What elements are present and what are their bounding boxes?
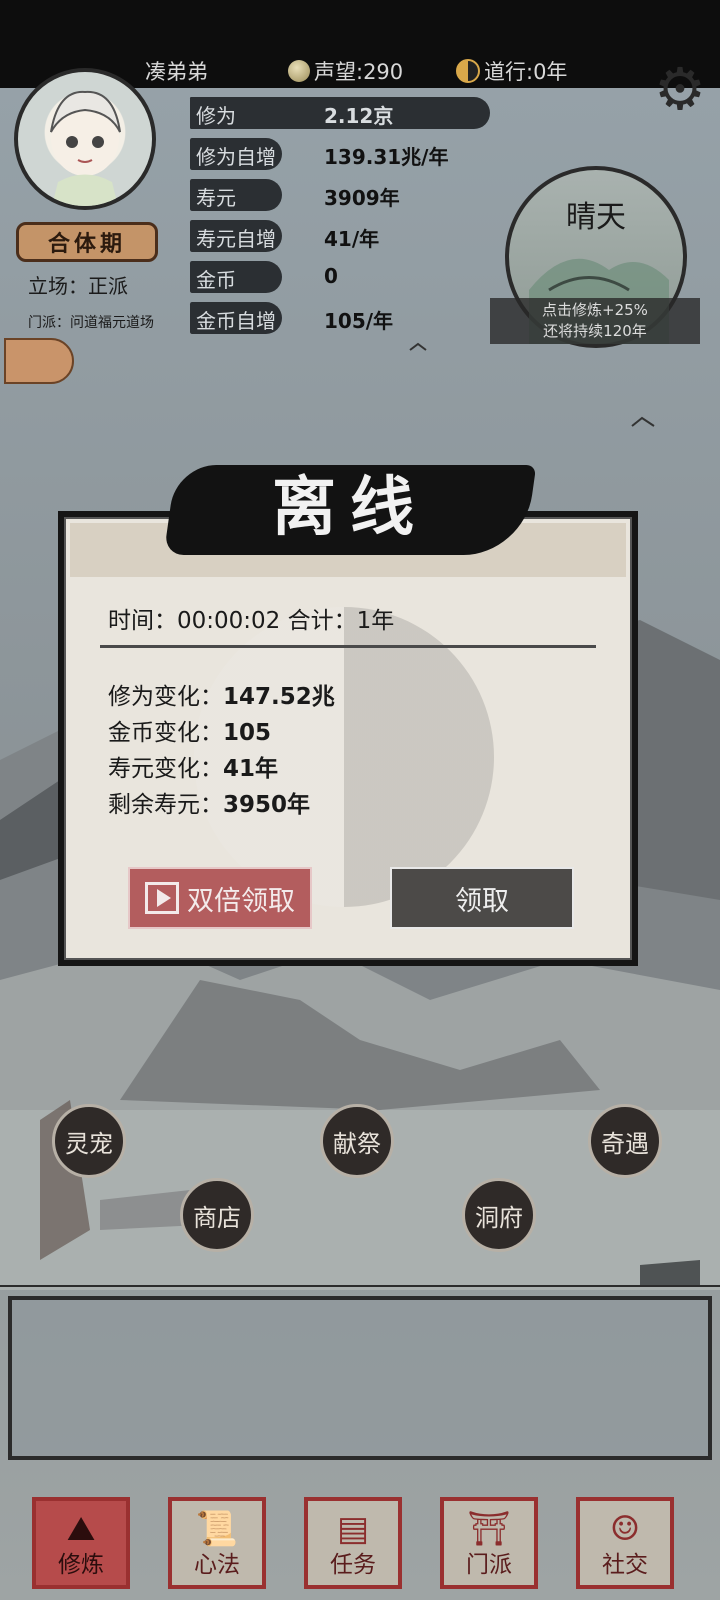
double-claim-label: 双倍领取	[187, 885, 295, 917]
nav-label: 门派	[466, 1552, 512, 1578]
change-value: 41年	[223, 756, 279, 782]
stat-value: 41/年	[324, 227, 380, 251]
change-label: 金币变化：	[108, 720, 223, 746]
video-play-icon	[145, 882, 179, 914]
gold-change-row: 金币变化：105	[108, 713, 271, 747]
yin-yang-icon	[456, 59, 480, 83]
nav-social[interactable]: ☺ 社交	[576, 1497, 674, 1589]
stat-label: 金币自增	[196, 309, 276, 333]
stat-row-gold: 金币 0	[190, 259, 510, 295]
character-portrait-icon	[50, 90, 121, 206]
avatar[interactable]	[14, 68, 156, 210]
sect-label: 门派：问道福元道场	[28, 315, 154, 331]
nav-cultivate[interactable]: ⛰ 修炼	[32, 1497, 130, 1589]
nav-sect[interactable]: ⛩ 门派	[440, 1497, 538, 1589]
stat-label: 修为自增	[196, 145, 276, 169]
change-value: 3950年	[223, 792, 311, 818]
cultivation-rank-badge: 合体期	[16, 222, 158, 262]
gear-icon[interactable]: ⚙	[651, 60, 709, 118]
stat-value: 2.12京	[324, 104, 394, 128]
stat-label: 寿元自增	[196, 227, 276, 251]
nav-tasks[interactable]: ▤ 任务	[304, 1497, 402, 1589]
daoxing-value: 道行:0年	[484, 60, 568, 84]
inventory-bag-icon[interactable]	[4, 338, 74, 384]
stat-value: 139.31兆/年	[324, 145, 449, 169]
stat-row-cultivation: 修为 2.12京	[190, 95, 510, 131]
nav-label: 心法	[194, 1552, 240, 1578]
map-node-cave-dwelling[interactable]: 洞府	[462, 1178, 536, 1252]
stat-value: 105/年	[324, 309, 394, 333]
claim-button[interactable]: 领取	[390, 867, 574, 929]
weather-bonus-note: 点击修炼+25% 还将持续120年	[490, 298, 700, 344]
scroll-icon: 📜	[195, 1509, 239, 1549]
map-node-sacrifice[interactable]: 献祭	[320, 1104, 394, 1178]
offline-rewards-dialog: 时间：00:00:02 合计：1年 修为变化：147.52兆 金币变化：105 …	[58, 511, 638, 966]
stat-row-cultivation-rate: 修为自增 139.31兆/年	[190, 136, 510, 172]
weather-note-line1: 点击修炼+25%	[542, 301, 648, 319]
stat-row-gold-rate: 金币自增 105/年	[190, 300, 510, 336]
tasks-scroll-icon: ▤	[336, 1509, 370, 1549]
player-name: 凑弟弟	[145, 60, 208, 84]
map-node-adventure[interactable]: 奇遇	[588, 1104, 662, 1178]
stat-row-lifespan: 寿元 3909年	[190, 177, 510, 213]
map-node-shop[interactable]: 商店	[180, 1178, 254, 1252]
daoxing-stat: 道行:0年	[456, 56, 567, 86]
change-value: 105	[223, 720, 272, 746]
cultivate-icon: ⛰	[66, 1509, 96, 1549]
remaining-lifespan-row: 剩余寿元：3950年	[108, 785, 310, 819]
nav-mind-method[interactable]: 📜 心法	[168, 1497, 266, 1589]
map-node-spirit-pet[interactable]: 灵宠	[52, 1104, 126, 1178]
stat-label: 修为	[196, 104, 236, 128]
stat-label: 寿元	[196, 186, 236, 210]
cultivation-change-row: 修为变化：147.52兆	[108, 677, 335, 711]
stat-row-lifespan-rate: 寿元自增 41/年	[190, 218, 510, 254]
stat-label: 金币	[196, 268, 236, 292]
message-log-panel[interactable]	[8, 1296, 712, 1460]
nav-label: 任务	[330, 1552, 376, 1578]
stat-value: 0	[324, 264, 338, 288]
nav-label: 社交	[602, 1552, 648, 1578]
lifespan-change-row: 寿元变化：41年	[108, 749, 278, 783]
stat-value: 3909年	[324, 186, 400, 210]
change-label: 剩余寿元：	[108, 792, 223, 818]
reputation-stat: 声望:290	[288, 56, 403, 86]
stance-label: 立场：正派	[28, 274, 128, 298]
weather-note-line2: 还将持续120年	[543, 322, 647, 340]
change-label: 寿元变化：	[108, 756, 223, 782]
dialog-divider	[100, 645, 596, 648]
change-value: 147.52兆	[223, 684, 335, 710]
people-icon: ☺	[609, 1509, 641, 1549]
nav-label: 修炼	[58, 1552, 104, 1578]
claim-label: 领取	[455, 885, 509, 917]
reputation-value: 声望:290	[314, 60, 404, 84]
offline-time-summary: 时间：00:00:02 合计：1年	[108, 608, 395, 634]
dialog-title: 离线	[272, 470, 428, 545]
sect-gate-icon: ⛩	[467, 1509, 511, 1549]
change-label: 修为变化：	[108, 684, 223, 710]
reputation-coin-icon	[288, 60, 310, 82]
double-claim-button[interactable]: 双倍领取	[128, 867, 312, 929]
